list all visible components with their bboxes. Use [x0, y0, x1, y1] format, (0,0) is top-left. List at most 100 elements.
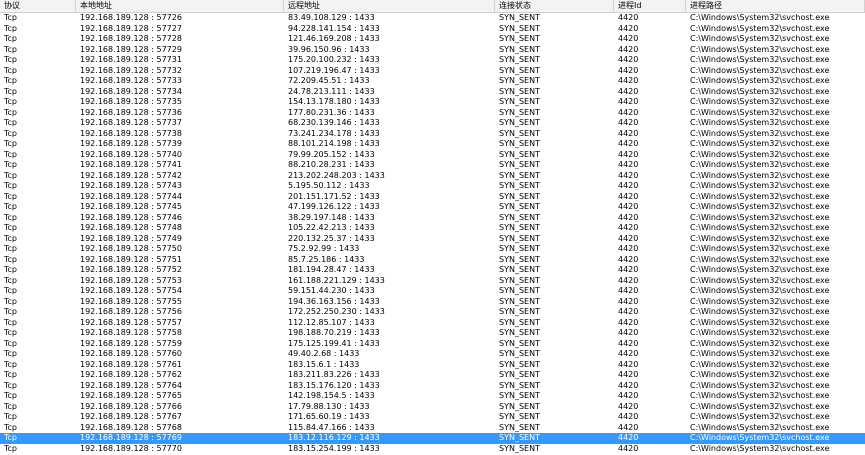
table-row[interactable]: Tcp 192.168.189.128 : 57739 88.101.214.198…: [0, 139, 865, 150]
cell-state: SYN_SENT: [499, 317, 540, 327]
column-header-protocol[interactable]: 协议: [0, 0, 76, 12]
table-row[interactable]: Tcp 192.168.189.128 : 57749 220.132.25.37 …: [0, 234, 865, 245]
cell-remote-address: 181.194.28.47 : 1433: [288, 265, 375, 274]
table-row[interactable]: Tcp 192.168.189.128 : 57740 79.99.205.152 …: [0, 150, 865, 161]
table-row[interactable]: Tcp 192.168.189.128 : 57750 75.2.92.99 : 1…: [0, 244, 865, 255]
table-row[interactable]: Tcp 192.168.189.128 : 57741 88.210.28.231 …: [0, 160, 865, 171]
table-row[interactable]: Tcp 192.168.189.128 : 57733 72.209.45.51 :…: [0, 76, 865, 87]
table-row[interactable]: Tcp 192.168.189.128 : 57746 38.29.197.148 …: [0, 213, 865, 224]
cell-process-path: C:\Windows\System32\svchost.exe: [690, 380, 830, 390]
connection-table: 协议 本地地址 远程地址 连接状态 进程Id 进程路径 Tcp 192.168.1…: [0, 0, 865, 455]
table-row[interactable]: Tcp 192.168.189.128 : 57737 68.230.139.146…: [0, 118, 865, 129]
cell-pid: 4420: [618, 13, 639, 22]
table-row-selected[interactable]: Tcp 192.168.189.128 : 57769 183.12.116.129…: [0, 433, 865, 444]
cell-process-path: C:\Windows\System32\svchost.exe: [690, 212, 830, 222]
table-row[interactable]: Tcp 192.168.189.128 : 57764 183.15.176.120…: [0, 381, 865, 392]
cell-remote-address: 88.210.28.231 : 1433: [288, 160, 375, 169]
table-row[interactable]: Tcp 192.168.189.128 : 57752 181.194.28.47 …: [0, 265, 865, 276]
cell-process-path: C:\Windows\System32\svchost.exe: [690, 233, 830, 243]
table-row[interactable]: Tcp 192.168.189.128 : 57732 107.219.196.47…: [0, 66, 865, 77]
table-row[interactable]: Tcp 192.168.189.128 : 57727 94.228.141.154…: [0, 24, 865, 35]
table-row[interactable]: Tcp 192.168.189.128 : 57765 142.198.154.5 …: [0, 391, 865, 402]
table-row[interactable]: Tcp 192.168.189.128 : 57743 5.195.50.112 :…: [0, 181, 865, 192]
table-row[interactable]: Tcp 192.168.189.128 : 57745 47.199.126.122…: [0, 202, 865, 213]
table-row[interactable]: Tcp 192.168.189.128 : 57756 172.252.250.23…: [0, 307, 865, 318]
cell-protocol: Tcp: [4, 65, 18, 75]
cell-pid: 4420: [618, 443, 639, 453]
table-row[interactable]: Tcp 192.168.189.128 : 57742 213.202.248.20…: [0, 171, 865, 182]
table-row[interactable]: Tcp 192.168.189.128 : 57735 154.13.178.180…: [0, 97, 865, 108]
cell-process-path: C:\Windows\System32\svchost.exe: [690, 433, 830, 442]
table-row[interactable]: Tcp 192.168.189.128 : 57753 161.188.221.12…: [0, 276, 865, 287]
cell-protocol: Tcp: [4, 223, 18, 232]
table-row[interactable]: Tcp 192.168.189.128 : 57755 194.36.163.156…: [0, 297, 865, 308]
table-row[interactable]: Tcp 192.168.189.128 : 57734 24.78.213.111 …: [0, 87, 865, 98]
table-row[interactable]: Tcp 192.168.189.128 : 57761 183.15.6.1 : 1…: [0, 360, 865, 371]
table-row[interactable]: Tcp 192.168.189.128 : 57760 49.40.2.68 : 1…: [0, 349, 865, 360]
cell-local-address: 192.168.189.128 : 57743: [80, 181, 182, 190]
cell-protocol: Tcp: [4, 338, 18, 348]
cell-local-address: 192.168.189.128 : 57756: [80, 307, 182, 316]
cell-local-address: 192.168.189.128 : 57768: [80, 422, 182, 432]
table-row[interactable]: Tcp 192.168.189.128 : 57726 83.49.108.129 …: [0, 13, 865, 24]
table-row[interactable]: Tcp 192.168.189.128 : 57762 183.211.83.226…: [0, 370, 865, 381]
table-row[interactable]: Tcp 192.168.189.128 : 57748 105.22.42.213 …: [0, 223, 865, 234]
table-row[interactable]: Tcp 192.168.189.128 : 57766 17.79.88.130 :…: [0, 402, 865, 413]
column-header-remote-address[interactable]: 远程地址: [284, 0, 495, 12]
cell-protocol: Tcp: [4, 170, 18, 180]
cell-state: SYN_SENT: [499, 296, 540, 306]
cell-local-address: 192.168.189.128 : 57757: [80, 317, 182, 327]
table-row[interactable]: Tcp 192.168.189.128 : 57738 73.241.234.178…: [0, 129, 865, 140]
cell-state: SYN_SENT: [499, 212, 540, 222]
cell-remote-address: 154.13.178.180 : 1433: [288, 97, 380, 106]
cell-remote-address: 88.101.214.198 : 1433: [288, 139, 380, 148]
cell-pid: 4420: [618, 412, 639, 421]
table-row[interactable]: Tcp 192.168.189.128 : 57751 85.7.25.186 : …: [0, 255, 865, 266]
cell-state: SYN_SENT: [499, 328, 540, 337]
cell-pid: 4420: [618, 65, 639, 75]
cell-remote-address: 201.151.171.52 : 1433: [288, 191, 380, 201]
table-row[interactable]: Tcp 192.168.189.128 : 57757 112.12.85.107 …: [0, 318, 865, 329]
table-row[interactable]: Tcp 192.168.189.128 : 57754 59.151.44.230 …: [0, 286, 865, 297]
cell-state: SYN_SENT: [499, 13, 540, 22]
cell-local-address: 192.168.189.128 : 57742: [80, 170, 182, 180]
cell-pid: 4420: [618, 349, 639, 358]
table-row[interactable]: Tcp 192.168.189.128 : 57729 39.96.150.96 :…: [0, 45, 865, 56]
cell-pid: 4420: [618, 107, 639, 117]
table-row[interactable]: Tcp 192.168.189.128 : 57736 177.80.231.36 …: [0, 108, 865, 119]
cell-process-path: C:\Windows\System32\svchost.exe: [690, 44, 830, 54]
column-header-local-address[interactable]: 本地地址: [76, 0, 284, 12]
cell-state: SYN_SENT: [499, 118, 540, 127]
cell-process-path: C:\Windows\System32\svchost.exe: [690, 181, 830, 190]
cell-state: SYN_SENT: [499, 370, 540, 379]
cell-state: SYN_SENT: [499, 170, 540, 180]
cell-state: SYN_SENT: [499, 65, 540, 75]
table-row[interactable]: Tcp 192.168.189.128 : 57770 183.15.254.199…: [0, 444, 865, 455]
cell-state: SYN_SENT: [499, 76, 540, 85]
column-header-pid[interactable]: 进程Id: [614, 0, 686, 12]
cell-local-address: 192.168.189.128 : 57737: [80, 118, 182, 127]
table-row[interactable]: Tcp 192.168.189.128 : 57758 198.188.70.219…: [0, 328, 865, 339]
cell-state: SYN_SENT: [499, 128, 540, 138]
cell-process-path: C:\Windows\System32\svchost.exe: [690, 307, 830, 316]
cell-pid: 4420: [618, 23, 639, 33]
table-row[interactable]: Tcp 192.168.189.128 : 57768 115.84.47.166 …: [0, 423, 865, 434]
column-header-state[interactable]: 连接状态: [495, 0, 614, 12]
table-row[interactable]: Tcp 192.168.189.128 : 57767 171.65.60.19 :…: [0, 412, 865, 423]
cell-local-address: 192.168.189.128 : 57739: [80, 139, 182, 148]
table-row[interactable]: Tcp 192.168.189.128 : 57744 201.151.171.52…: [0, 192, 865, 203]
table-row[interactable]: Tcp 192.168.189.128 : 57759 175.125.199.41…: [0, 339, 865, 350]
cell-local-address: 192.168.189.128 : 57748: [80, 223, 182, 232]
table-row[interactable]: Tcp 192.168.189.128 : 57731 175.20.100.232…: [0, 55, 865, 66]
cell-state: SYN_SENT: [499, 160, 540, 169]
cell-pid: 4420: [618, 317, 639, 327]
cell-local-address: 192.168.189.128 : 57764: [80, 380, 182, 390]
cell-remote-address: 107.219.196.47 : 1433: [288, 65, 380, 75]
cell-remote-address: 172.252.250.230 : 1433: [288, 307, 385, 316]
cell-state: SYN_SENT: [499, 244, 540, 253]
cell-process-path: C:\Windows\System32\svchost.exe: [690, 160, 830, 169]
table-row[interactable]: Tcp 192.168.189.128 : 57728 121.46.169.208…: [0, 34, 865, 45]
cell-local-address: 192.168.189.128 : 57767: [80, 412, 182, 421]
column-header-process-path[interactable]: 进程路径: [686, 0, 865, 12]
cell-protocol: Tcp: [4, 118, 18, 127]
